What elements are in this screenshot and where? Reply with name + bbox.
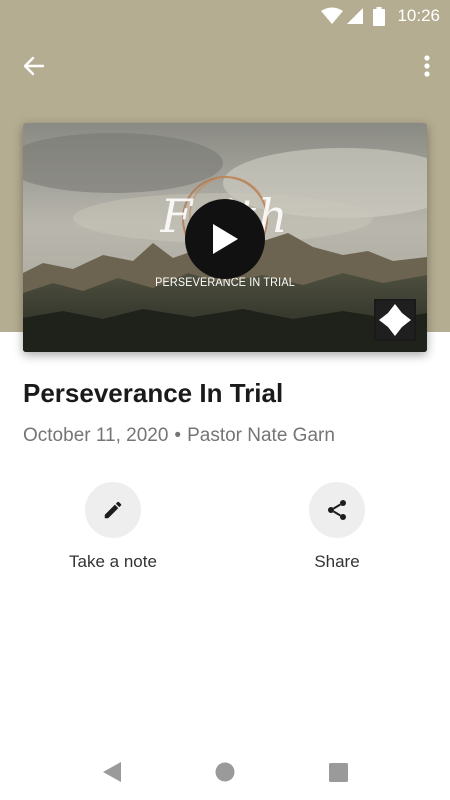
arrow-left-icon bbox=[23, 56, 45, 76]
wifi-icon bbox=[321, 7, 343, 24]
take-note-button[interactable]: Take a note bbox=[33, 482, 193, 572]
system-nav-bar bbox=[0, 740, 450, 800]
more-vertical-icon bbox=[424, 55, 430, 77]
share-label: Share bbox=[314, 552, 360, 571]
share-circle[interactable] bbox=[309, 482, 365, 538]
share-button[interactable]: Share bbox=[257, 482, 417, 572]
fullscreen-icon bbox=[376, 301, 414, 339]
play-button[interactable] bbox=[185, 199, 265, 279]
sermon-title: Perseverance In Trial bbox=[23, 378, 284, 408]
status-clock: 10:26 bbox=[397, 6, 440, 25]
video-player[interactable]: Faith PERSEVERANCE IN TRIAL bbox=[23, 123, 427, 352]
take-note-circle[interactable] bbox=[85, 482, 141, 538]
take-note-label: Take a note bbox=[69, 552, 157, 571]
cell-signal-icon bbox=[347, 8, 363, 24]
share-icon bbox=[328, 500, 346, 520]
pencil-icon bbox=[104, 501, 122, 519]
back-triangle-icon bbox=[103, 762, 121, 782]
action-row: Take a note Share bbox=[0, 482, 450, 582]
sermon-meta: October 11, 2020 • Pastor Nate Garn bbox=[23, 425, 427, 447]
top-app-bar bbox=[0, 40, 450, 90]
status-bar: 10:26 bbox=[0, 0, 450, 32]
nav-recents-button[interactable] bbox=[326, 760, 350, 784]
sermon-info: Perseverance In Trial October 11, 2020 •… bbox=[23, 378, 427, 447]
recents-square-icon bbox=[328, 762, 348, 782]
battery-icon bbox=[373, 7, 385, 26]
sermon-date: October 11, 2020 bbox=[23, 425, 169, 446]
fullscreen-button[interactable] bbox=[374, 299, 416, 341]
back-button[interactable] bbox=[14, 46, 54, 86]
more-options-button[interactable] bbox=[412, 46, 442, 86]
play-icon bbox=[213, 224, 238, 254]
home-circle-icon bbox=[215, 762, 235, 782]
nav-home-button[interactable] bbox=[213, 760, 237, 784]
sermon-speaker: Pastor Nate Garn bbox=[187, 425, 335, 446]
meta-separator: • bbox=[174, 425, 182, 446]
nav-back-button[interactable] bbox=[100, 760, 124, 784]
